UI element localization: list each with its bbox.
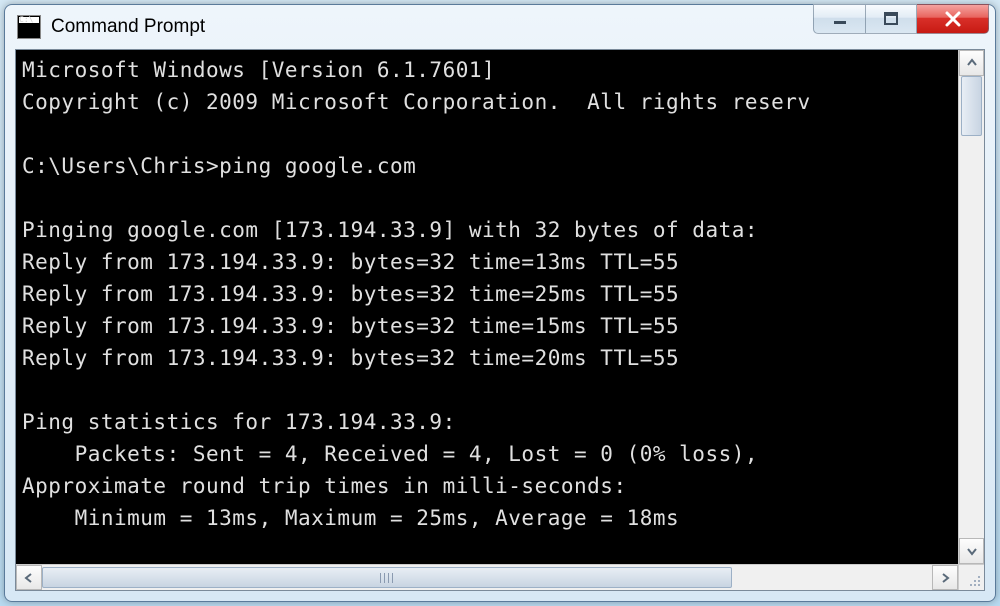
- titlebar[interactable]: Command Prompt: [5, 5, 995, 49]
- chevron-down-icon: [967, 546, 977, 556]
- minimize-button[interactable]: [813, 4, 865, 34]
- cmd-app-icon: [17, 15, 41, 39]
- console-output[interactable]: Microsoft Windows [Version 6.1.7601] Cop…: [16, 50, 958, 564]
- command-prompt-window: Command Prompt Microsoft Windows: [4, 4, 996, 602]
- close-icon: [943, 9, 963, 29]
- maximize-icon: [883, 11, 899, 27]
- chevron-left-icon: [24, 573, 34, 583]
- close-button[interactable]: [917, 4, 989, 34]
- bottom-scroll-row: [16, 564, 984, 590]
- scroll-left-button[interactable]: [16, 565, 42, 590]
- scroll-down-button[interactable]: [959, 538, 984, 564]
- horizontal-scroll-track[interactable]: [42, 565, 932, 590]
- horizontal-scroll-thumb[interactable]: [42, 567, 732, 588]
- horizontal-scrollbar[interactable]: [16, 564, 958, 590]
- console-wrap: Microsoft Windows [Version 6.1.7601] Cop…: [16, 50, 984, 564]
- client-area: Microsoft Windows [Version 6.1.7601] Cop…: [15, 49, 985, 591]
- resize-grip-icon: [967, 573, 981, 587]
- vertical-scroll-track[interactable]: [959, 76, 984, 538]
- window-title: Command Prompt: [51, 16, 813, 38]
- chevron-up-icon: [967, 58, 977, 68]
- minimize-icon: [832, 11, 848, 27]
- chevron-right-icon: [940, 573, 950, 583]
- vertical-scrollbar[interactable]: [958, 50, 984, 564]
- resize-grip[interactable]: [958, 564, 984, 590]
- scroll-right-button[interactable]: [932, 565, 958, 590]
- maximize-button[interactable]: [865, 4, 917, 34]
- vertical-scroll-thumb[interactable]: [961, 76, 982, 136]
- scroll-up-button[interactable]: [959, 50, 984, 76]
- window-controls: [813, 4, 989, 34]
